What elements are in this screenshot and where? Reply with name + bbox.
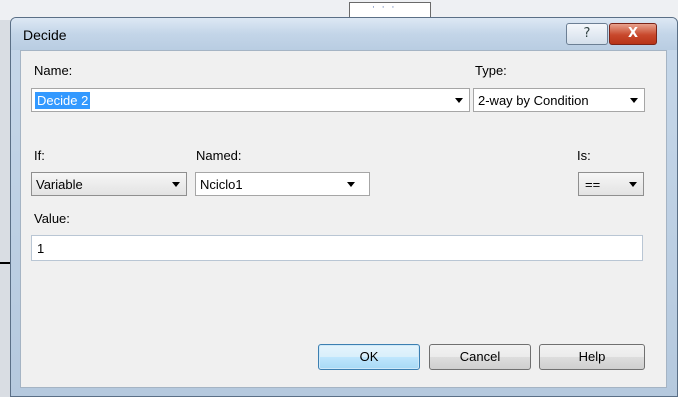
cancel-button[interactable]: Cancel bbox=[429, 344, 531, 370]
chevron-down-icon[interactable] bbox=[630, 98, 638, 103]
help-icon[interactable]: ? bbox=[566, 23, 608, 45]
if-select-value: Variable bbox=[36, 177, 83, 192]
if-label: If: bbox=[34, 148, 45, 163]
type-select[interactable]: 2-way by Condition bbox=[473, 88, 645, 112]
value-input-value[interactable]: 1 bbox=[37, 241, 44, 256]
decide-dialog: Decide ? X Name: Type: Decide 2 2-way by… bbox=[10, 17, 678, 397]
value-label: Value: bbox=[34, 211, 70, 226]
named-combo[interactable]: Nciclo1 bbox=[195, 172, 370, 196]
background-divider bbox=[0, 262, 10, 264]
if-select[interactable]: Variable bbox=[31, 172, 187, 196]
help-button[interactable]: Help bbox=[539, 344, 645, 370]
is-select[interactable]: == bbox=[578, 172, 644, 196]
value-input[interactable]: 1 bbox=[31, 235, 643, 261]
background-tab: · · · bbox=[349, 2, 431, 17]
chevron-down-icon[interactable] bbox=[172, 182, 180, 187]
name-combo[interactable]: Decide 2 bbox=[31, 88, 470, 112]
dialog-title: Decide bbox=[23, 27, 67, 43]
is-label: Is: bbox=[577, 148, 591, 163]
chevron-down-icon[interactable] bbox=[455, 98, 463, 103]
type-select-value: 2-way by Condition bbox=[478, 93, 589, 108]
named-combo-value[interactable]: Nciclo1 bbox=[200, 177, 243, 192]
dialog-body: Name: Type: Decide 2 2-way by Condition … bbox=[20, 50, 667, 388]
named-label: Named: bbox=[196, 148, 242, 163]
name-input-value[interactable]: Decide 2 bbox=[35, 92, 91, 109]
chevron-down-icon[interactable] bbox=[629, 182, 637, 187]
name-label: Name: bbox=[34, 63, 73, 78]
is-select-value: == bbox=[585, 177, 601, 192]
close-icon[interactable]: X bbox=[609, 23, 657, 45]
title-bar: Decide ? X bbox=[11, 18, 677, 50]
ok-button[interactable]: OK bbox=[318, 344, 420, 370]
type-label: Type: bbox=[475, 63, 507, 78]
background-tab-text: · · · bbox=[372, 3, 397, 13]
chevron-down-icon[interactable] bbox=[347, 182, 355, 187]
